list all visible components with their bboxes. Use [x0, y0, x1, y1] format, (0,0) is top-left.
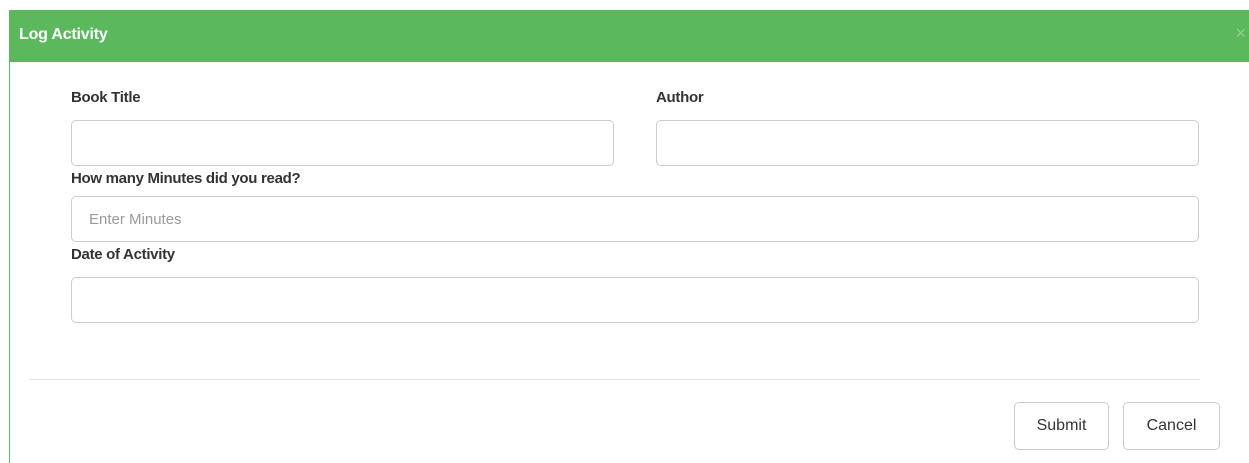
- minutes-label: How many Minutes did you read?: [71, 170, 301, 187]
- close-icon[interactable]: ×: [1235, 24, 1246, 42]
- author-label: Author: [656, 89, 704, 106]
- cancel-button[interactable]: Cancel: [1123, 402, 1220, 450]
- log-activity-modal: Log Activity × Book Title Author How man…: [9, 10, 1249, 463]
- book-title-input[interactable]: [71, 120, 614, 166]
- date-input[interactable]: [71, 277, 1199, 323]
- modal-title: Log Activity: [19, 26, 108, 43]
- book-title-label: Book Title: [71, 89, 141, 106]
- submit-button[interactable]: Submit: [1014, 402, 1109, 450]
- date-label: Date of Activity: [71, 246, 175, 263]
- author-input[interactable]: [656, 120, 1199, 166]
- modal-header: Log Activity ×: [10, 10, 1249, 62]
- footer-divider: [29, 379, 1200, 380]
- minutes-input[interactable]: [71, 196, 1199, 242]
